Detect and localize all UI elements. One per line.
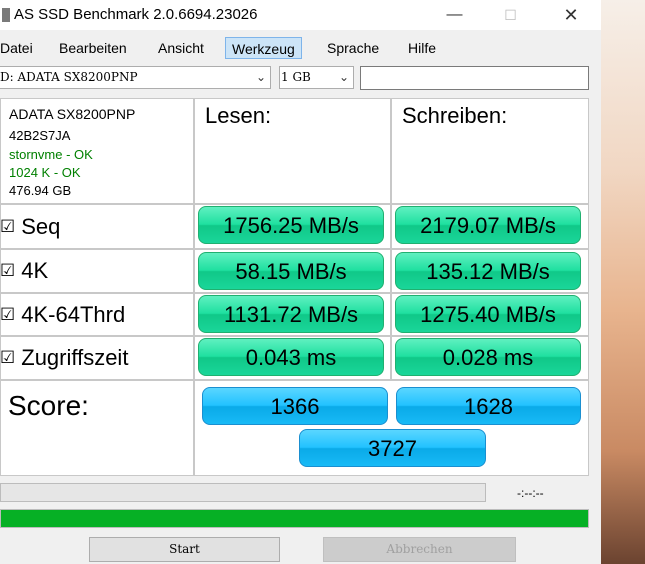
menu-werkzeug[interactable]: Werkzeug (225, 37, 302, 59)
driver-status: stornvme - OK (9, 147, 93, 162)
4k64-label: 4K-64Thrd (21, 302, 126, 327)
score-total: 3727 (299, 429, 486, 467)
alignment-status: 1024 K - OK (9, 165, 81, 180)
4k-row-label[interactable]: ☑ 4K (0, 251, 49, 291)
menu-hilfe[interactable]: Hilfe (402, 37, 442, 59)
checkbox-icon[interactable]: ☑ (0, 305, 15, 325)
access-read-result: 0.043 ms (198, 338, 384, 376)
title-bar[interactable]: AS SSD Benchmark 2.0.6694.23026 — ☐ ✕ (0, 0, 601, 30)
access-row-label[interactable]: ☑ Zugriffszeit (0, 338, 129, 378)
drive-select[interactable]: D: ADATA SX8200PNP ⌄ (0, 66, 271, 89)
access-label-cell: ☑ Zugriffszeit (0, 336, 194, 380)
access-write-result: 0.028 ms (395, 338, 581, 376)
checkbox-icon[interactable]: ☑ (0, 348, 15, 368)
menu-bar: Datei Bearbeiten Ansicht Werkzeug Sprach… (0, 35, 601, 61)
drive-firmware: 42B2S7JA (9, 128, 71, 143)
elapsed-time: -:--:-- (517, 486, 544, 500)
menu-sprache[interactable]: Sprache (321, 37, 385, 59)
write-header: Schreiben: (402, 103, 508, 128)
4k-label-cell: ☑ 4K (0, 249, 194, 293)
seq-read-result: 1756.25 MB/s (198, 206, 384, 244)
overall-progress-bar (0, 509, 589, 528)
overall-progress-fill (1, 510, 588, 527)
app-icon (2, 8, 10, 22)
write-header-cell: Schreiben: (391, 98, 589, 204)
chevron-down-icon: ⌄ (338, 70, 349, 84)
seq-label-cell: ☑ Seq (0, 204, 194, 249)
4k-label: 4K (21, 258, 49, 283)
4k64-read-result: 1131.72 MB/s (198, 295, 384, 333)
checkbox-icon[interactable]: ☑ (0, 217, 15, 237)
size-select-value: 1 GB (281, 70, 311, 84)
minimize-button[interactable]: — (432, 0, 477, 30)
drive-info-panel: ADATA SX8200PNP 42B2S7JA stornvme - OK 1… (0, 98, 194, 204)
window-title: AS SSD Benchmark 2.0.6694.23026 (14, 6, 258, 23)
drive-capacity: 476.94 GB (9, 183, 72, 198)
menu-bearbeiten[interactable]: Bearbeiten (53, 37, 133, 59)
read-header-cell: Lesen: (194, 98, 391, 204)
close-button[interactable]: ✕ (541, 0, 601, 30)
checkbox-icon[interactable]: ☑ (0, 261, 15, 281)
start-button[interactable]: Start (89, 537, 280, 562)
text-field[interactable] (360, 66, 589, 90)
menu-datei[interactable]: Datei (0, 37, 39, 59)
test-progress-bar (0, 483, 486, 502)
read-header: Lesen: (205, 103, 272, 128)
4k64-row-label[interactable]: ☑ 4K-64Thrd (0, 295, 126, 335)
drive-model: ADATA SX8200PNP (9, 106, 136, 122)
desktop-background (601, 0, 645, 564)
drive-select-value: D: ADATA SX8200PNP (0, 70, 138, 84)
score-write: 1628 (396, 387, 581, 425)
4k64-write-result: 1275.40 MB/s (395, 295, 581, 333)
seq-row-label[interactable]: ☑ Seq (0, 207, 61, 247)
4k-write-result: 135.12 MB/s (395, 252, 581, 290)
4k-read-result: 58.15 MB/s (198, 252, 384, 290)
chevron-down-icon: ⌄ (255, 70, 266, 84)
4k64-label-cell: ☑ 4K-64Thrd (0, 293, 194, 336)
app-window: AS SSD Benchmark 2.0.6694.23026 — ☐ ✕ Da… (0, 0, 601, 564)
access-label: Zugriffszeit (21, 345, 129, 370)
score-label: Score: (8, 390, 89, 421)
size-select[interactable]: 1 GB ⌄ (279, 66, 354, 89)
abort-button[interactable]: Abbrechen (323, 537, 516, 562)
menu-ansicht[interactable]: Ansicht (152, 37, 210, 59)
seq-label: Seq (21, 214, 61, 239)
seq-write-result: 2179.07 MB/s (395, 206, 581, 244)
maximize-button[interactable]: ☐ (488, 0, 533, 30)
score-read: 1366 (202, 387, 388, 425)
